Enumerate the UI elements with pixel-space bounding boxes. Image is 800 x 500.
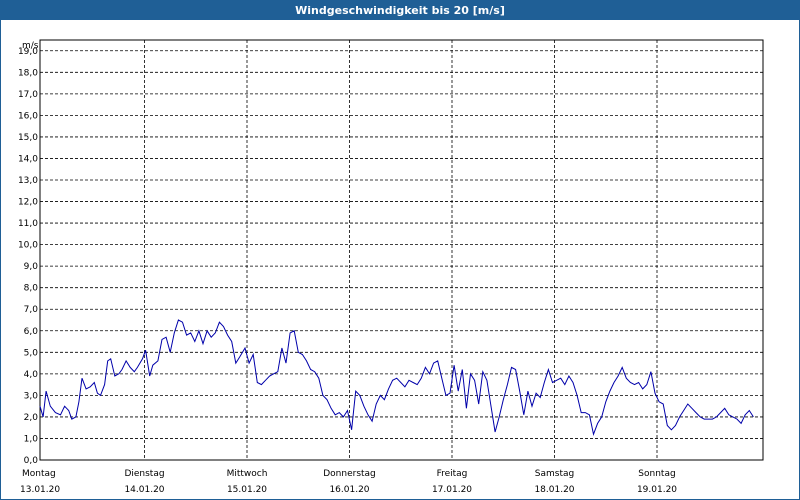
y-tick-label: 0,0 bbox=[24, 456, 39, 466]
x-tick-date-label: 13.01.20 bbox=[20, 485, 60, 495]
y-tick-label: 10,0 bbox=[18, 241, 38, 251]
y-tick-label: 8,0 bbox=[24, 284, 39, 294]
y-tick-label: 14,0 bbox=[18, 154, 38, 164]
y-tick-label: 11,0 bbox=[18, 219, 38, 229]
x-tick-date-label: 16.01.20 bbox=[329, 485, 369, 495]
y-tick-label: 13,0 bbox=[18, 176, 38, 186]
y-tick-label: 7,0 bbox=[24, 305, 39, 315]
x-tick-day-label: Sonntag bbox=[638, 469, 675, 479]
y-tick-label: 4,0 bbox=[24, 370, 39, 380]
y-tick-label: 9,0 bbox=[24, 262, 39, 272]
x-tick-date-label: 17.01.20 bbox=[432, 485, 472, 495]
x-tick-day-label: Donnerstag bbox=[323, 469, 376, 479]
plot-area bbox=[39, 39, 764, 461]
x-tick-day-label: Mittwoch bbox=[227, 469, 268, 479]
y-tick-label: 3,0 bbox=[24, 391, 39, 401]
x-tick-date-label: 18.01.20 bbox=[534, 485, 574, 495]
y-tick-label: 1,0 bbox=[24, 434, 39, 444]
y-tick-label: 6,0 bbox=[24, 327, 39, 337]
y-tick-label: 2,0 bbox=[24, 413, 39, 423]
x-tick-day-label: Dienstag bbox=[124, 469, 164, 479]
y-tick-label: 15,0 bbox=[18, 133, 38, 143]
wind-speed-chart: m/s 0,01,02,03,04,05,06,07,08,09,010,011… bbox=[18, 39, 764, 495]
y-tick-label: 12,0 bbox=[18, 198, 38, 208]
y-tick-label: 18,0 bbox=[18, 68, 38, 78]
y-tick-label: 17,0 bbox=[18, 90, 38, 100]
x-tick-day-label: Samstag bbox=[535, 469, 574, 479]
x-tick-date-label: 19.01.20 bbox=[637, 485, 677, 495]
x-tick-date-label: 14.01.20 bbox=[124, 485, 164, 495]
x-tick-day-label: Freitag bbox=[437, 469, 468, 479]
y-tick-label: 5,0 bbox=[24, 348, 39, 358]
y-axis-ticks: 0,0 1,0 2,0 3,0 4,0 5,0 6,0 7,0 8,0 9,0 10,0 11,0 12… bbox=[18, 47, 38, 466]
y-tick-label: 19,0 bbox=[18, 47, 38, 57]
y-tick-label: 16,0 bbox=[18, 111, 38, 121]
x-tick-day-label: Montag bbox=[22, 469, 56, 479]
x-axis-ticks: Montag 13.01.20 Dienstag 14.01.20 Mittwoch 15… bbox=[20, 469, 677, 495]
x-tick-date-label: 15.01.20 bbox=[227, 485, 267, 495]
